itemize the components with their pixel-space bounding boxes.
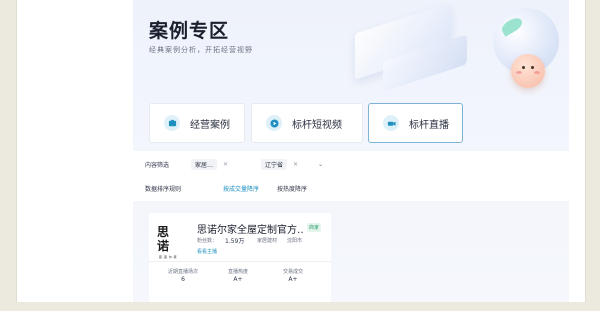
fans-value: 1.59万 — [225, 238, 245, 245]
sort-by-heat[interactable]: 按热度降序 — [277, 184, 307, 193]
logo-mark: 思诺 — [157, 225, 170, 253]
logo-brand: 思·诺·尔·家 — [158, 255, 178, 259]
stat-value: A+ — [288, 276, 298, 283]
merchant-badge: 商家 — [307, 223, 322, 232]
content-filter-label: 内容筛选 — [145, 162, 170, 169]
case-name[interactable]: 思诺尔家全屋定制官方… — [197, 221, 303, 236]
case-card[interactable]: 思诺 思·诺·尔·家 思诺尔家全屋定制官方… 商家 粉丝数： 1.59万 家居建… — [149, 213, 331, 302]
sort-rule-label: 数据排序规则 — [145, 186, 182, 193]
mascot-icon — [511, 54, 545, 88]
selected-tag: 辽宁省 — [261, 158, 288, 170]
tab-benchmark-live[interactable]: 标杆直播 — [368, 103, 463, 143]
fans-label: 粉丝数： — [197, 238, 218, 244]
tab-label: 标杆直播 — [409, 119, 449, 131]
divider — [149, 261, 331, 262]
right-gutter — [569, 0, 585, 302]
view-streamer-link[interactable]: 看看主播 — [197, 248, 217, 255]
case-zone-page: 案例专区 经典案例分析，开拓经营视野 经营案例 标杆短视频 标杆直播 内容筛选 … — [133, 0, 569, 302]
brand-logo: 思诺 思·诺·尔·家 — [157, 225, 179, 259]
video-play-icon — [266, 115, 282, 131]
region-select[interactable]: 辽宁省 ✕ ⌄ — [261, 157, 351, 171]
live-camera-icon — [383, 115, 399, 131]
sort-by-volume[interactable]: 按成交量降序 — [223, 184, 259, 193]
case-city: 沈阳市 — [287, 238, 303, 244]
stat-value: 6 — [181, 276, 185, 283]
page-subtitle: 经典案例分析，开拓经营视野 — [149, 46, 253, 54]
stat-value: A+ — [233, 276, 243, 283]
case-icon — [164, 115, 180, 131]
remove-tag-icon[interactable]: ✕ — [293, 161, 298, 168]
stat-label: 近期直播场次 — [167, 269, 198, 275]
selected-tag: 家居… — [191, 158, 218, 170]
tab-label: 标杆短视频 — [292, 119, 342, 131]
remove-tag-icon[interactable]: ✕ — [223, 161, 228, 168]
page-title: 案例专区 — [149, 20, 230, 42]
chevron-down-icon[interactable]: ⌄ — [318, 161, 323, 168]
stat-label: 直播热度 — [227, 269, 248, 275]
tab-label: 经营案例 — [190, 119, 230, 131]
app-frame: 案例专区 经典案例分析，开拓经营视野 经营案例 标杆短视频 标杆直播 内容筛选 … — [16, 0, 586, 302]
filter-panel: 内容筛选 家居… ✕ 辽宁省 ✕ ⌄ 数据排序规则 按成交量降序 按热度降序 — [133, 151, 569, 201]
tab-business-cases[interactable]: 经营案例 — [149, 103, 245, 143]
left-gutter — [17, 0, 133, 302]
case-category: 家居建材 — [257, 238, 278, 244]
tab-benchmark-videos[interactable]: 标杆短视频 — [251, 103, 363, 143]
stat-label: 交易成交 — [282, 269, 303, 275]
